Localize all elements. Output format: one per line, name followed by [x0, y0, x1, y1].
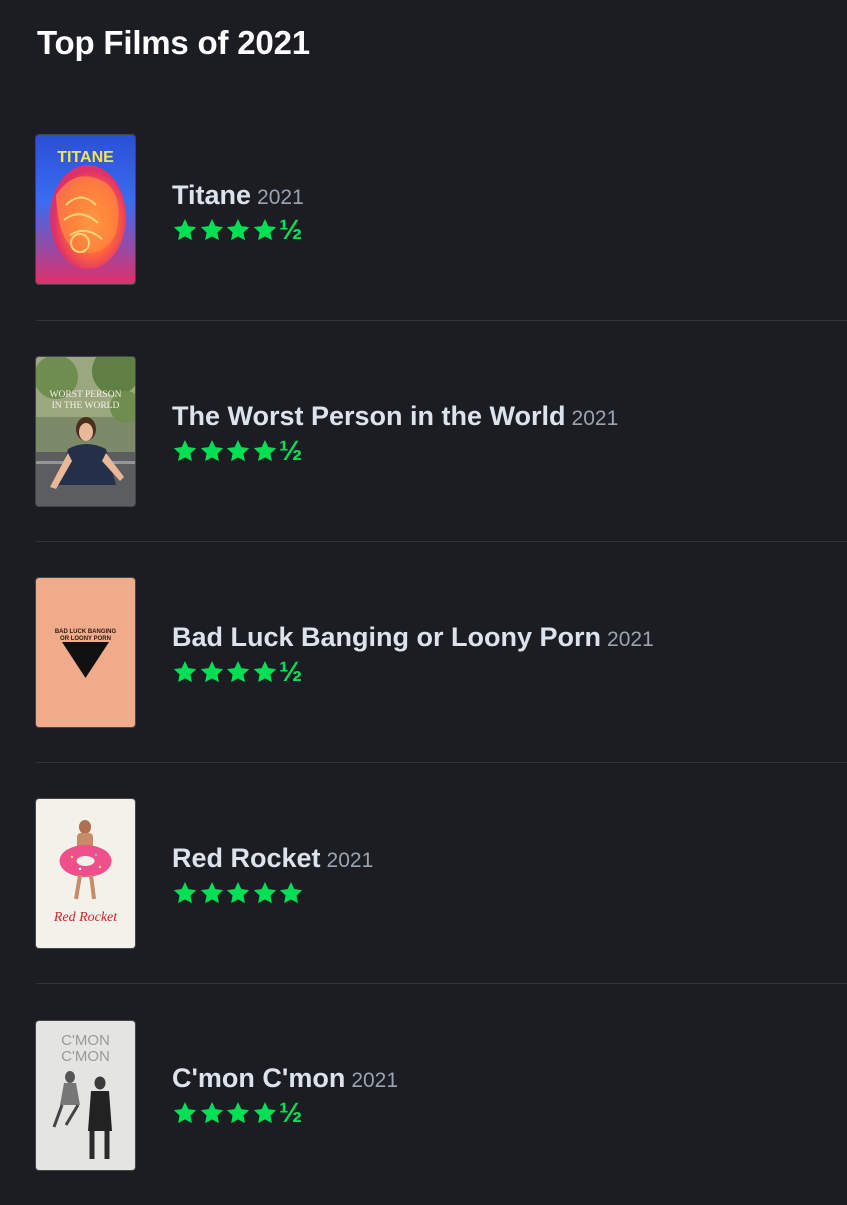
film-title[interactable]: Titane: [172, 180, 251, 210]
poster-title-text: TITANE: [57, 149, 114, 166]
film-title-line: Red Rocket 2021: [172, 843, 373, 874]
film-title[interactable]: Bad Luck Banging or Loony Porn: [172, 622, 601, 652]
poster-title-line1: BAD LUCK BANGING: [55, 629, 117, 635]
film-poster-red-rocket[interactable]: Red Rocket: [36, 799, 135, 948]
star-icon: [225, 1100, 251, 1126]
titane-poster-image: TITANE: [36, 135, 135, 284]
cmon-cmon-poster-image: C'MON C'MON: [36, 1021, 135, 1170]
film-year[interactable]: 2021: [607, 628, 654, 651]
film-title-line: C'mon C'mon 2021: [172, 1063, 398, 1094]
star-rating: ½: [172, 436, 618, 466]
star-icon: [252, 1100, 278, 1126]
star-icon: [225, 880, 251, 906]
film-title-line: Titane 2021: [172, 180, 304, 211]
top-films-page: Top Films of 2021 TITANE Titane 2021 ½ W…: [0, 0, 847, 1200]
film-info: C'mon C'mon 2021 ½: [172, 1063, 398, 1128]
half-star-icon: ½: [279, 656, 303, 687]
star-icon: [225, 438, 251, 464]
film-poster-bad-luck-banging[interactable]: BAD LUCK BANGING OR LOONY PORN: [36, 578, 135, 727]
star-icon: [225, 217, 251, 243]
red-rocket-poster-image: Red Rocket: [36, 799, 135, 948]
star-icon: [199, 659, 225, 685]
bad-luck-banging-poster-image: BAD LUCK BANGING OR LOONY PORN: [36, 578, 135, 727]
star-rating: ½: [172, 657, 654, 687]
film-list: TITANE Titane 2021 ½ WORST PERSON IN THE…: [0, 0, 847, 1200]
star-icon: [252, 217, 278, 243]
star-icon: [172, 438, 198, 464]
star-icon: [252, 438, 278, 464]
film-poster-worst-person[interactable]: WORST PERSON IN THE WORLD: [36, 357, 135, 506]
film-title-line: The Worst Person in the World 2021: [172, 401, 618, 432]
film-info: The Worst Person in the World 2021 ½: [172, 401, 618, 466]
half-star-icon: ½: [279, 1097, 303, 1128]
film-year[interactable]: 2021: [572, 407, 619, 430]
film-row-worst-person[interactable]: WORST PERSON IN THE WORLD The Worst Pers…: [0, 321, 847, 542]
star-icon: [199, 217, 225, 243]
film-year[interactable]: 2021: [351, 1069, 398, 1092]
poster-title-line1: C'MON: [61, 1032, 110, 1049]
star-icon: [278, 880, 304, 906]
poster-title-line2: C'MON: [61, 1048, 110, 1065]
film-row-cmon-cmon[interactable]: C'MON C'MON C'mon C'mon 2021 ½: [0, 984, 847, 1205]
worst-person-poster-image: WORST PERSON IN THE WORLD: [36, 357, 135, 506]
film-info: Bad Luck Banging or Loony Porn 2021 ½: [172, 622, 654, 687]
film-title[interactable]: Red Rocket: [172, 843, 321, 873]
film-row-red-rocket[interactable]: Red Rocket Red Rocket 2021: [0, 763, 847, 984]
film-title-line: Bad Luck Banging or Loony Porn 2021: [172, 622, 654, 653]
film-title[interactable]: The Worst Person in the World: [172, 401, 566, 431]
poster-title-text: Red Rocket: [53, 910, 118, 925]
star-icon: [199, 438, 225, 464]
star-icon: [225, 659, 251, 685]
film-row-titane[interactable]: TITANE Titane 2021 ½: [0, 100, 847, 321]
star-icon: [172, 1100, 198, 1126]
film-info: Titane 2021 ½: [172, 180, 304, 245]
star-icon: [252, 659, 278, 685]
film-year[interactable]: 2021: [327, 849, 374, 872]
poster-title-line2: IN THE WORLD: [52, 401, 120, 411]
poster-title-line2: OR LOONY PORN: [60, 636, 111, 642]
star-icon: [172, 217, 198, 243]
star-rating: ½: [172, 1098, 398, 1128]
film-poster-titane[interactable]: TITANE: [36, 135, 135, 284]
film-poster-cmon-cmon[interactable]: C'MON C'MON: [36, 1021, 135, 1170]
film-row-bad-luck-banging[interactable]: BAD LUCK BANGING OR LOONY PORN Bad Luck …: [0, 542, 847, 763]
star-icon: [172, 880, 198, 906]
film-info: Red Rocket 2021: [172, 843, 373, 908]
star-icon: [172, 659, 198, 685]
film-title[interactable]: C'mon C'mon: [172, 1063, 345, 1093]
half-star-icon: ½: [279, 435, 303, 466]
half-star-icon: ½: [279, 214, 303, 245]
star-icon: [252, 880, 278, 906]
star-icon: [199, 880, 225, 906]
film-year[interactable]: 2021: [257, 186, 304, 209]
star-rating: ½: [172, 215, 304, 245]
poster-title-line1: WORST PERSON: [50, 390, 122, 400]
star-rating: [172, 878, 373, 908]
star-icon: [199, 1100, 225, 1126]
